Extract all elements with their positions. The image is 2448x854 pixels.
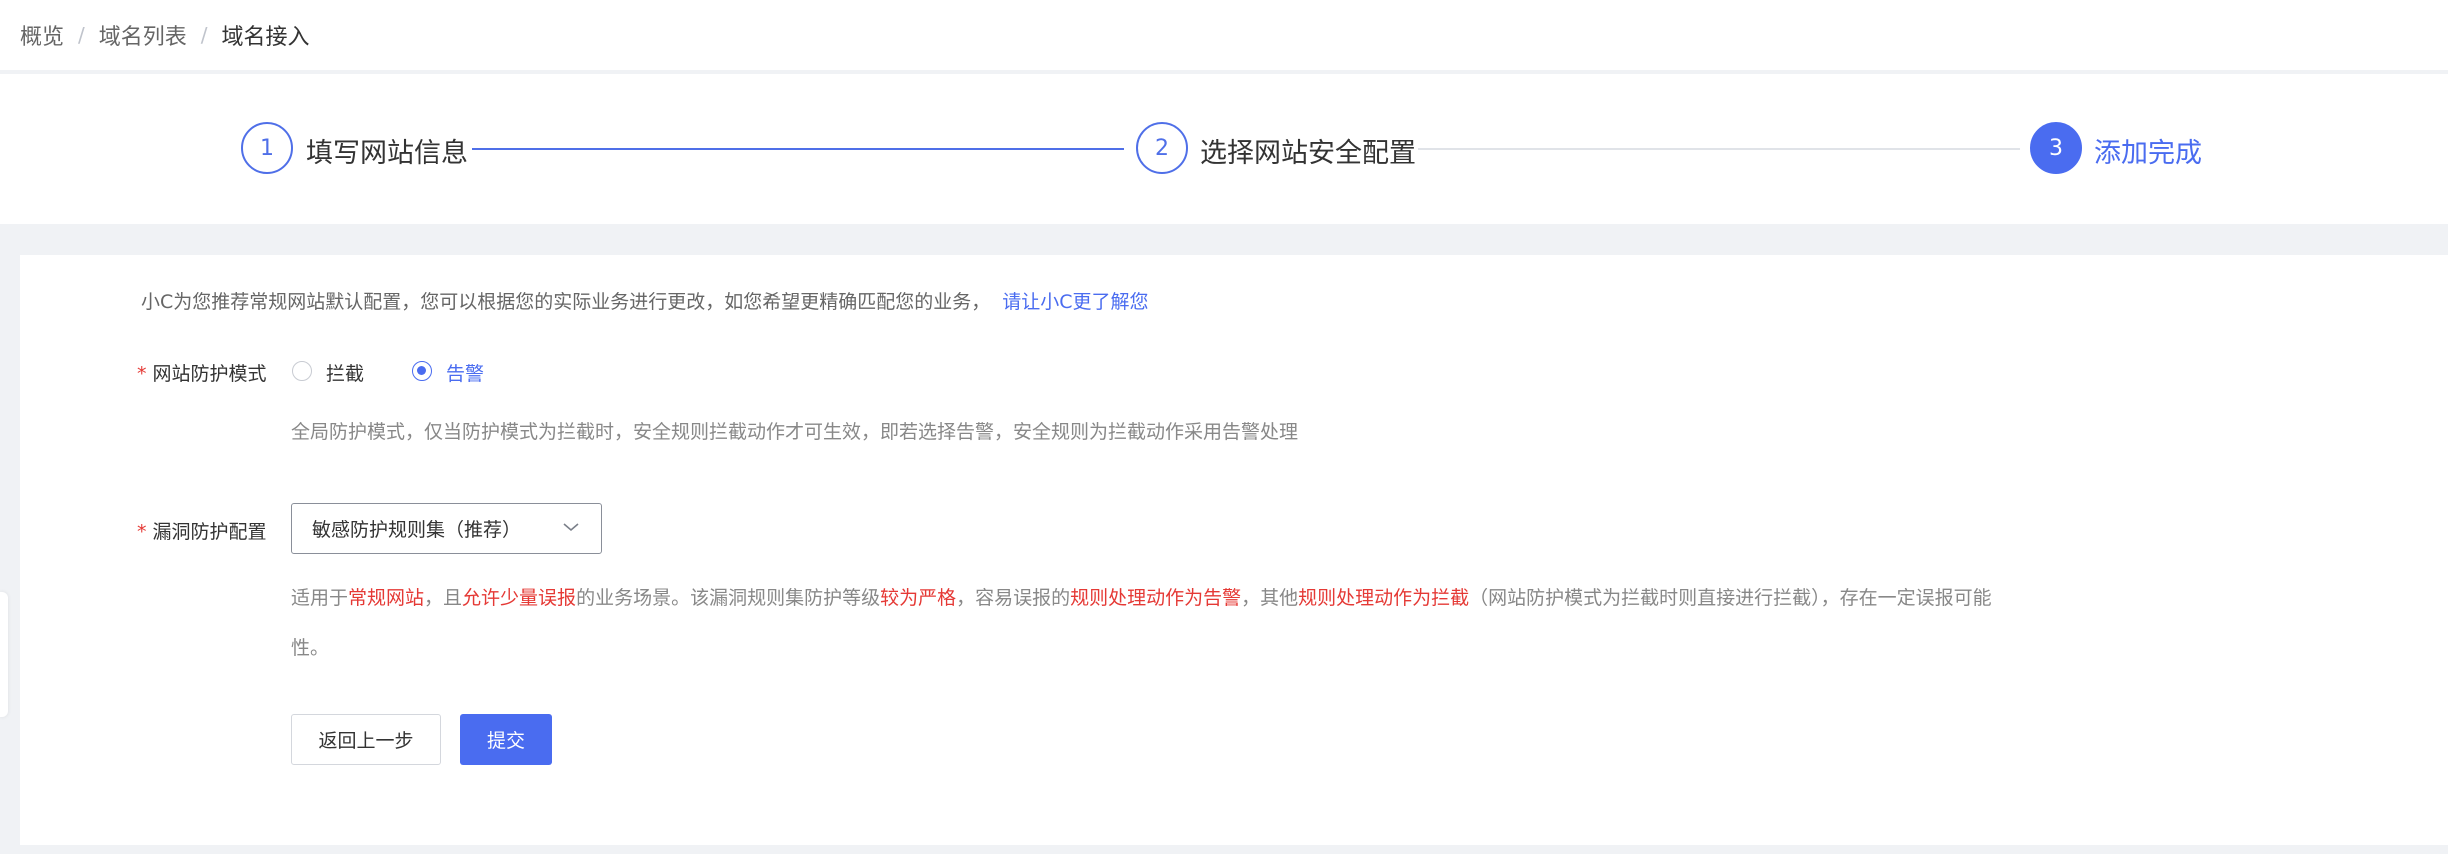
description-text: 适用于 (291, 587, 349, 609)
step-2-title: 选择网站安全配置 (1200, 138, 1416, 169)
intro-text: 小C为您推荐常规网站默认配置，您可以根据您的实际业务进行更改，如您希望更精确匹配… (141, 287, 1149, 314)
breadcrumb-item-overview[interactable]: 概览 (20, 19, 64, 51)
protection-mode-label-text: 网站防护模式 (152, 363, 267, 385)
required-mark: * (137, 363, 147, 385)
chevron-down-icon (563, 523, 579, 532)
breadcrumb-item-domain-list[interactable]: 域名列表 (99, 19, 187, 51)
radio-alert-label[interactable]: 告警 (446, 359, 484, 386)
vuln-protection-label-text: 漏洞防护配置 (152, 521, 267, 543)
learn-more-link[interactable]: 请让小C更了解您 (1002, 291, 1148, 313)
ruleset-description: 适用于常规网站，且允许少量误报的业务场景。该漏洞规则集防护等级较为严格，容易误报… (291, 573, 2011, 673)
description-highlight: 常规网站 (348, 587, 425, 609)
vuln-protection-label: * 漏洞防护配置 (137, 517, 267, 544)
protection-mode-label: * 网站防护模式 (137, 359, 267, 386)
description-highlight: 规则处理动作为拦截 (1298, 587, 1470, 609)
step-connector-2 (1418, 148, 2020, 150)
ruleset-select[interactable]: 敏感防护规则集（推荐） (291, 503, 602, 554)
description-text: ，且 (424, 587, 463, 609)
required-mark: * (137, 521, 147, 543)
step-1-circle: 1 (241, 122, 293, 174)
back-button[interactable]: 返回上一步 (291, 714, 441, 765)
ruleset-select-value: 敏感防护规则集（推荐） (312, 519, 522, 541)
steps-indicator: 1 填写网站信息 2 选择网站安全配置 3 添加完成 (0, 74, 2448, 224)
breadcrumb-item-domain-access: 域名接入 (221, 25, 310, 50)
breadcrumb-separator: / (200, 23, 208, 47)
breadcrumb-separator: / (78, 23, 85, 47)
description-text: ，其他 (1241, 587, 1299, 609)
description-highlight: 允许少量误报 (462, 587, 577, 609)
step-3-circle: 3 (2030, 122, 2082, 174)
breadcrumb: 概览 / 域名列表 / 域名接入 (0, 0, 2448, 70)
radio-block-label[interactable]: 拦截 (326, 359, 364, 386)
step-1-title: 填写网站信息 (306, 138, 468, 169)
protection-mode-help: 全局防护模式，仅当防护模式为拦截时，安全规则拦截动作才可生效，即若选择告警，安全… (291, 421, 1299, 443)
step-connector-1 (472, 148, 1124, 150)
side-collapse-tab[interactable] (0, 592, 8, 717)
intro-message: 小C为您推荐常规网站默认配置，您可以根据您的实际业务进行更改，如您希望更精确匹配… (141, 291, 991, 313)
description-text: 的业务场景。该漏洞规则集防护等级 (576, 587, 881, 609)
description-text: ，容易误报的 (956, 587, 1071, 609)
description-highlight: 较为严格 (880, 587, 957, 609)
description-highlight: 规则处理动作为告警 (1070, 587, 1242, 609)
radio-block[interactable] (292, 361, 312, 381)
step-3-title: 添加完成 (2094, 138, 2202, 169)
submit-button[interactable]: 提交 (460, 714, 552, 765)
radio-alert[interactable] (412, 361, 432, 381)
step-2-circle: 2 (1136, 122, 1188, 174)
